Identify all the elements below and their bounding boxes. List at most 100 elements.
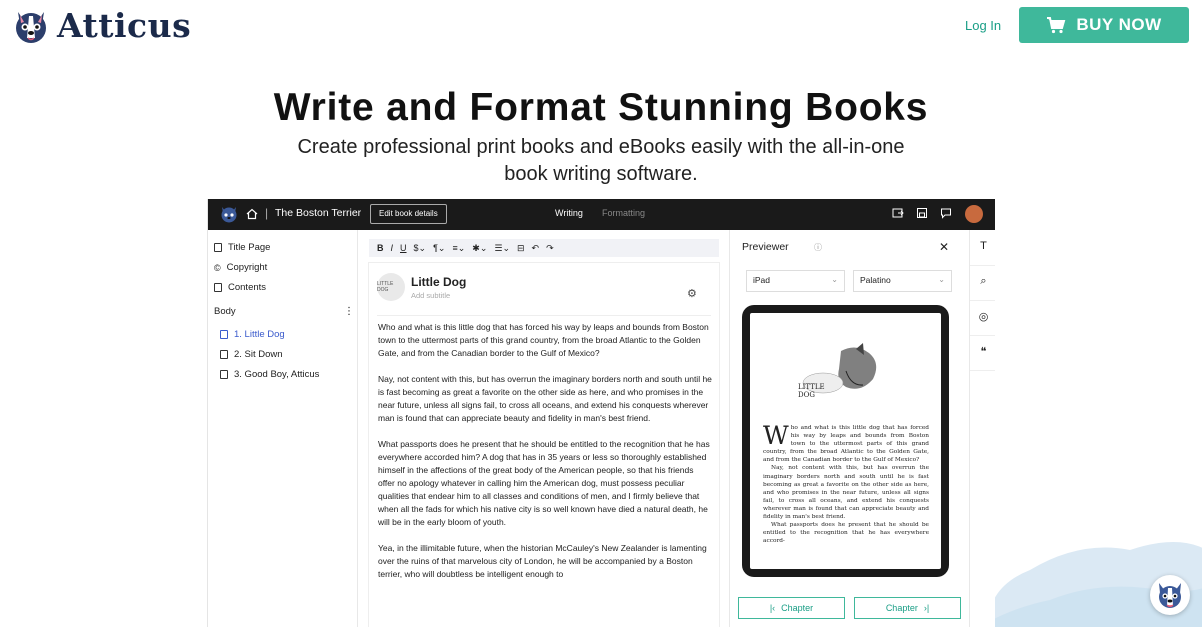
sidebar-item-label: Copyright <box>226 262 268 273</box>
editor-divider <box>377 315 711 316</box>
rail-divider <box>970 265 995 266</box>
preview-text: W ho and what is this little dog that ha… <box>763 421 929 545</box>
cart-icon <box>1047 17 1066 34</box>
chapter-sidebar: Title Page © Copyright Contents Body ⋮ 1… <box>208 230 358 627</box>
drop-cap: W <box>763 421 789 450</box>
chat-widget-button[interactable] <box>1150 575 1190 615</box>
page-icon <box>214 243 222 252</box>
hero-subtitle: Create professional print books and eBoo… <box>297 136 905 185</box>
comment-icon[interactable] <box>940 207 952 219</box>
previous-chapter-icon: |‹ <box>769 603 776 613</box>
page-icon <box>214 283 222 292</box>
chapter-settings-gear-icon[interactable]: ⚙ <box>687 287 697 300</box>
hero-title: Write and Format Stunning Books <box>273 86 929 129</box>
next-chapter-label: Chapter <box>885 603 918 613</box>
page-icon <box>220 330 228 339</box>
sidebar-item-chapter-3[interactable]: 3. Good Boy, Atticus <box>220 369 319 380</box>
image-button[interactable]: ⊟ <box>517 243 525 254</box>
export-icon[interactable] <box>892 207 904 219</box>
topbar-separator: | <box>265 206 269 220</box>
user-avatar[interactable] <box>965 205 983 223</box>
preview-paragraph: Nay, not content with this, but has over… <box>763 465 929 521</box>
strikethrough-dropdown[interactable]: $⌄ <box>414 243 427 254</box>
previewer-title: Previewer <box>742 241 789 253</box>
preview-paragraph: What passports does he present that he s… <box>763 522 929 545</box>
login-link[interactable]: Log In <box>965 18 1001 33</box>
atticus-logo[interactable]: Atticus <box>13 6 191 45</box>
editor-paragraph: Who and what is this little dog that has… <box>378 322 709 358</box>
search-icon[interactable]: ⌕ <box>970 275 995 288</box>
logo-text: Atticus <box>57 6 192 45</box>
save-icon[interactable] <box>916 207 928 219</box>
buy-now-label: BUY NOW <box>1076 15 1162 34</box>
goals-icon[interactable]: ◎ <box>970 310 995 323</box>
tab-writing[interactable]: Writing <box>555 208 583 218</box>
close-previewer-icon[interactable]: ✕ <box>939 240 949 254</box>
page-icon <box>220 350 228 359</box>
underline-button[interactable]: U <box>400 243 407 253</box>
chapter-image-thumbnail[interactable]: LITTLE DOG <box>377 273 405 301</box>
app-logo-icon[interactable] <box>220 205 238 223</box>
previewer-panel: Previewer ⓘ ✕ iPad ⌄ Palatino ⌄ LITTLE D… <box>729 230 969 627</box>
undo-button[interactable]: ↶ <box>532 243 540 254</box>
redo-button[interactable]: ↷ <box>546 243 554 254</box>
italic-button[interactable]: I <box>391 243 394 253</box>
rail-divider <box>970 335 995 336</box>
tab-formatting[interactable]: Formatting <box>602 208 645 218</box>
chapter-header: LITTLE DOG Little Dog Add subtitle <box>377 273 466 301</box>
subtitle-input[interactable]: Add subtitle <box>411 291 466 300</box>
editor-paragraph: Yea, in the illimitable future, when the… <box>378 543 707 579</box>
font-select-value: Palatino <box>860 275 891 285</box>
bold-button[interactable]: B <box>377 243 384 253</box>
sidebar-item-label: 1. Little Dog <box>234 329 285 340</box>
editor-paragraph: What passports does he present that he s… <box>378 439 710 527</box>
app-topbar: | The Boston Terrier Edit book details W… <box>208 199 995 230</box>
edit-book-details-button[interactable]: Edit book details <box>370 204 447 224</box>
editor-pane[interactable]: LITTLE DOG Little Dog Add subtitle ⚙ Who… <box>369 263 719 627</box>
tablet-screen: LITTLE DOG W ho and what is this little … <box>750 313 941 569</box>
chevron-down-icon: ⌄ <box>938 275 945 284</box>
typography-icon[interactable]: T <box>970 240 995 252</box>
sidebar-item-label: Contents <box>228 282 267 293</box>
sidebar-item-label: 3. Good Boy, Atticus <box>234 369 320 380</box>
sidebar-item-chapter-1[interactable]: 1. Little Dog <box>220 329 285 340</box>
list-dropdown[interactable]: ☰⌄ <box>494 243 510 254</box>
sidebar-item-contents[interactable]: Contents <box>214 282 266 293</box>
editor-paragraph: Nay, not content with this, but has over… <box>378 374 712 423</box>
next-chapter-button[interactable]: Chapter ›| <box>854 597 961 619</box>
sidebar-item-label: 2. Sit Down <box>234 349 283 360</box>
sidebar-item-title-page[interactable]: Title Page <box>214 242 270 253</box>
body-section-label: Body <box>214 306 236 317</box>
device-select-value: iPad <box>753 275 771 285</box>
rail-divider <box>970 370 995 371</box>
sidebar-item-copyright[interactable]: © Copyright <box>214 262 267 273</box>
editor-text[interactable]: Who and what is this little dog that has… <box>378 321 712 594</box>
formatting-toolbar: B I U $⌄ ¶⌄ ≡⌄ ✱⌄ ☰⌄ ⊟ ↶ ↷ <box>369 239 719 257</box>
quote-icon[interactable]: ❝ <box>970 345 995 358</box>
rail-divider <box>970 300 995 301</box>
list-icon: ☰ <box>494 242 503 253</box>
align-dropdown[interactable]: ≡⌄ <box>452 243 465 254</box>
sidebar-item-chapter-2[interactable]: 2. Sit Down <box>220 349 283 360</box>
dollar-icon: $ <box>413 242 419 253</box>
special-dropdown[interactable]: ✱⌄ <box>472 243 487 254</box>
app-screenshot: | The Boston Terrier Edit book details W… <box>207 199 995 627</box>
more-options-icon[interactable]: ⋮ <box>344 306 354 317</box>
font-select[interactable]: Palatino ⌄ <box>853 270 952 292</box>
device-select[interactable]: iPad ⌄ <box>746 270 845 292</box>
tool-rail: T ⌕ ◎ ❝ <box>969 230 995 627</box>
chevron-down-icon: ⌄ <box>831 275 838 284</box>
preview-chapter-heading: LITTLE DOG <box>798 383 825 399</box>
buy-now-button[interactable]: BUY NOW <box>1019 7 1189 43</box>
previous-chapter-label: Chapter <box>781 603 814 613</box>
previous-chapter-button[interactable]: |‹ Chapter <box>738 597 845 619</box>
chapter-title-input[interactable]: Little Dog <box>411 275 466 289</box>
copyright-icon: © <box>214 262 221 273</box>
info-icon[interactable]: ⓘ <box>814 242 822 253</box>
paragraph-dropdown[interactable]: ¶⌄ <box>433 243 445 254</box>
page-icon <box>220 370 228 379</box>
align-icon: ≡ <box>452 242 458 253</box>
home-icon[interactable] <box>246 208 258 220</box>
topbar-actions <box>892 207 952 219</box>
asterisk-icon: ✱ <box>472 242 480 253</box>
